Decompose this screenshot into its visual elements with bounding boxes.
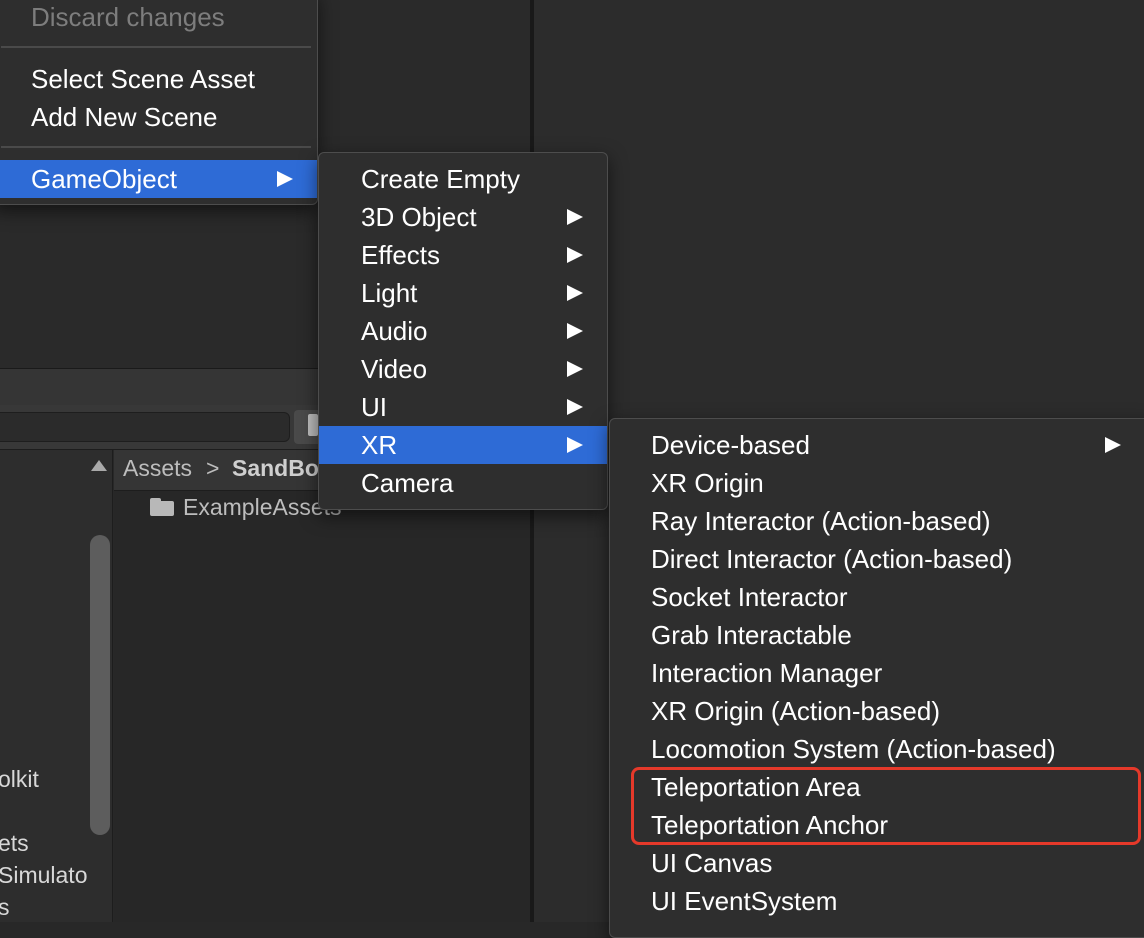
menu-item-ui[interactable]: UI — [319, 388, 607, 426]
tree-item[interactable]: Simulato — [0, 862, 87, 889]
submenu-arrow-icon — [277, 171, 293, 187]
menu-item-label: XR — [361, 430, 398, 460]
menu-item-interaction-manager[interactable]: Interaction Manager — [610, 654, 1144, 692]
gameobject-submenu: Create Empty 3D Object Effects Light Aud… — [318, 152, 608, 510]
menu-item-label: Direct Interactor (Action-based) — [651, 544, 1013, 574]
menu-item-label: XR Origin (Action-based) — [651, 696, 940, 726]
menu-item-label: Effects — [361, 240, 441, 270]
submenu-arrow-icon — [567, 437, 583, 453]
menu-separator — [1, 46, 311, 48]
menu-item-audio[interactable]: Audio — [319, 312, 607, 350]
menu-item-label: Light — [361, 278, 418, 308]
annotation-highlight-box — [631, 767, 1141, 845]
folder-icon — [150, 498, 174, 516]
menu-item-xr[interactable]: XR — [319, 426, 607, 464]
menu-item-label: UI EventSystem — [651, 886, 838, 916]
menu-item-device-based[interactable]: Device-based — [610, 426, 1144, 464]
menu-item-label: Device-based — [651, 430, 810, 460]
menu-item-camera[interactable]: Camera — [319, 464, 607, 502]
menu-item-add-new-scene[interactable]: Add New Scene — [0, 98, 317, 136]
menu-item-label: Locomotion System (Action-based) — [651, 734, 1056, 764]
menu-item-label: XR Origin — [651, 468, 764, 498]
menu-item-label: Audio — [361, 316, 428, 346]
menu-item-effects[interactable]: Effects — [319, 236, 607, 274]
context-menu: Discard changes Select Scene Asset Add N… — [0, 0, 318, 205]
menu-item-label: Socket Interactor — [651, 582, 848, 612]
breadcrumb-current[interactable]: SandBo — [232, 455, 319, 482]
menu-item-create-empty[interactable]: Create Empty — [319, 160, 607, 198]
menu-item-xr-origin-action-based[interactable]: XR Origin (Action-based) — [610, 692, 1144, 730]
menu-item-label: UI Canvas — [651, 848, 773, 878]
menu-item-discard-changes: Discard changes — [0, 0, 317, 36]
tree-item[interactable]: olkit — [0, 766, 39, 793]
menu-item-light[interactable]: Light — [319, 274, 607, 312]
menu-item-locomotion-system[interactable]: Locomotion System (Action-based) — [610, 730, 1144, 768]
menu-item-video[interactable]: Video — [319, 350, 607, 388]
menu-item-grab-interactable[interactable]: Grab Interactable — [610, 616, 1144, 654]
submenu-arrow-icon — [567, 399, 583, 415]
menu-item-label: UI — [361, 392, 387, 422]
menu-item-socket-interactor[interactable]: Socket Interactor — [610, 578, 1144, 616]
submenu-arrow-icon — [567, 209, 583, 225]
menu-item-label: Ray Interactor (Action-based) — [651, 506, 991, 536]
scrollbar-thumb[interactable] — [90, 535, 110, 835]
menu-item-label: Video — [361, 354, 428, 384]
submenu-arrow-icon — [567, 285, 583, 301]
menu-item-label: Camera — [361, 468, 454, 498]
menu-item-label: GameObject — [31, 164, 177, 194]
menu-separator — [1, 146, 311, 148]
menu-item-label: Discard changes — [31, 2, 225, 32]
menu-item-ui-eventsystem[interactable]: UI EventSystem — [610, 882, 1144, 920]
menu-item-label: Select Scene Asset — [31, 64, 256, 94]
menu-item-select-scene-asset[interactable]: Select Scene Asset — [0, 60, 317, 98]
menu-item-label: Add New Scene — [31, 102, 218, 132]
scroll-up-arrow-icon[interactable] — [91, 460, 107, 471]
menu-item-ui-canvas[interactable]: UI Canvas — [610, 844, 1144, 882]
menu-item-gameobject[interactable]: GameObject — [0, 160, 317, 198]
toolbar-icon — [308, 414, 318, 436]
submenu-arrow-icon — [567, 361, 583, 377]
tree-item[interactable]: s — [0, 894, 10, 921]
submenu-arrow-icon — [1105, 437, 1121, 453]
submenu-arrow-icon — [567, 247, 583, 263]
search-input[interactable] — [0, 412, 290, 442]
xr-submenu: Device-based XR Origin Ray Interactor (A… — [609, 418, 1144, 938]
menu-item-xr-origin[interactable]: XR Origin — [610, 464, 1144, 502]
chevron-right-icon: > — [206, 455, 220, 481]
breadcrumb-assets[interactable]: Assets — [123, 455, 192, 482]
menu-item-3d-object[interactable]: 3D Object — [319, 198, 607, 236]
menu-item-label: Grab Interactable — [651, 620, 852, 650]
tree-item[interactable]: ets — [0, 830, 29, 857]
menu-item-label: 3D Object — [361, 202, 477, 232]
menu-item-ray-interactor[interactable]: Ray Interactor (Action-based) — [610, 502, 1144, 540]
menu-item-label: Create Empty — [361, 164, 520, 194]
submenu-arrow-icon — [567, 323, 583, 339]
menu-item-direct-interactor[interactable]: Direct Interactor (Action-based) — [610, 540, 1144, 578]
menu-item-label: Interaction Manager — [651, 658, 883, 688]
